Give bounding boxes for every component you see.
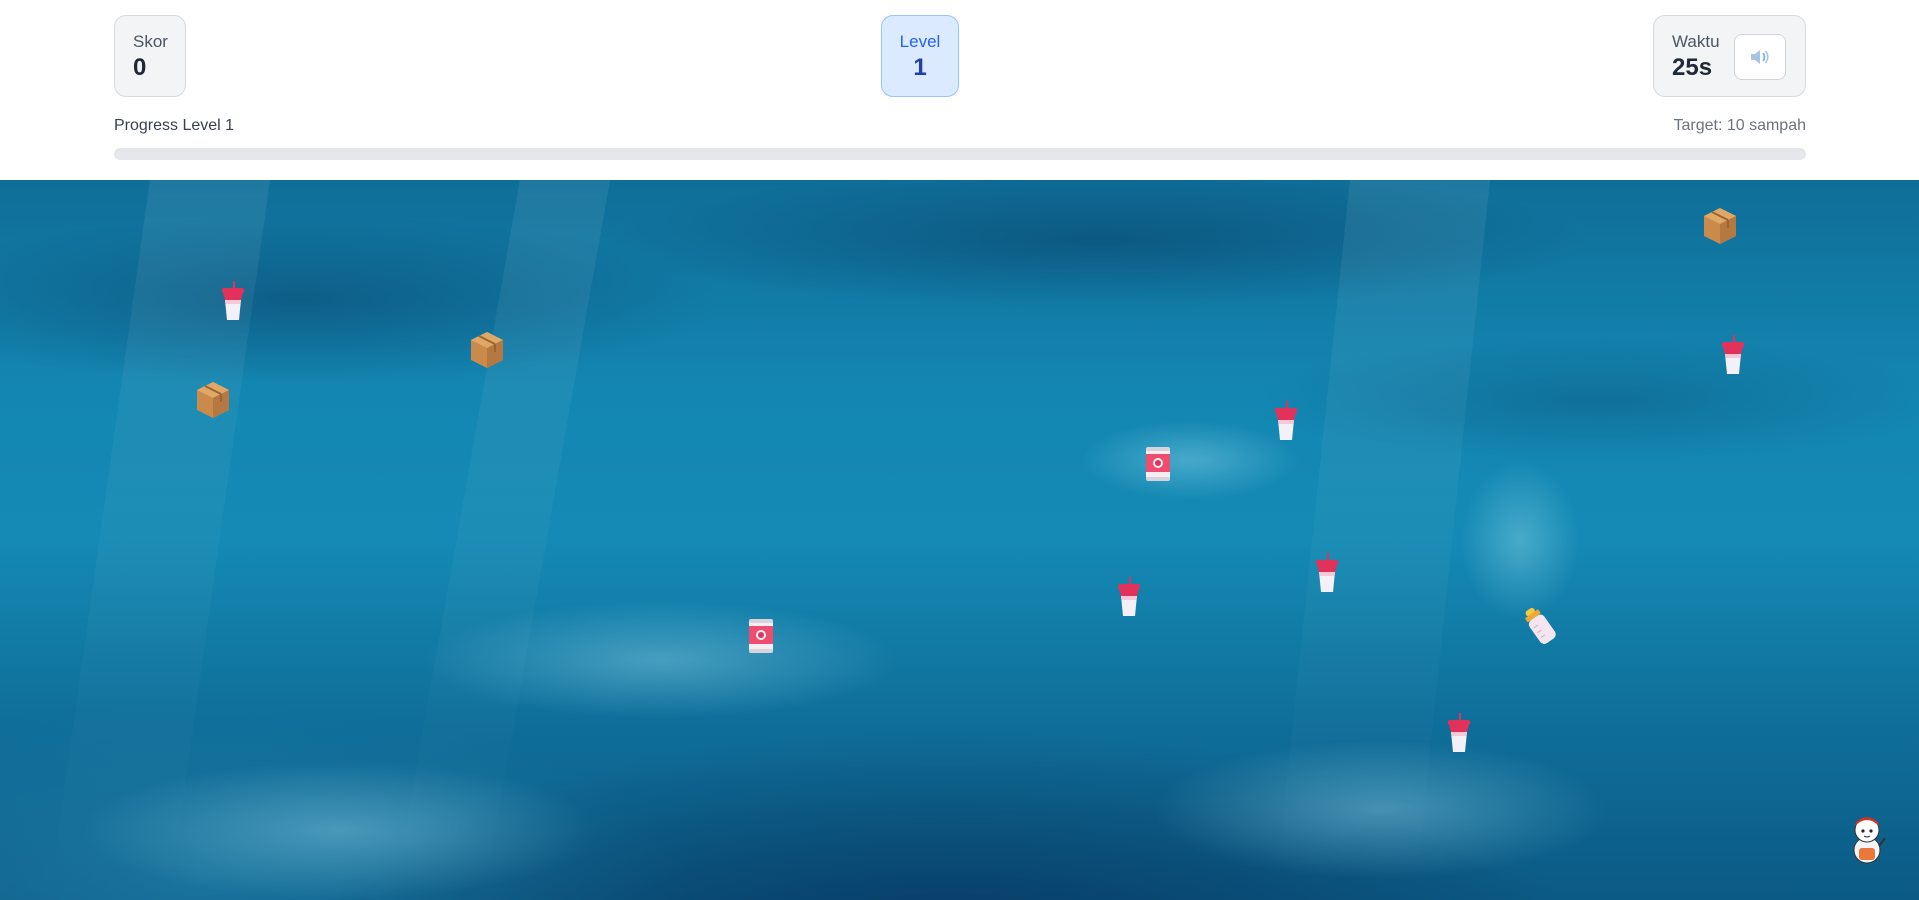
reef-highlight (80, 760, 600, 900)
diver-mascot-icon[interactable] (1845, 812, 1889, 866)
cardboard-box-icon[interactable] (1700, 204, 1740, 248)
time-label: Waktu (1672, 32, 1720, 51)
sound-toggle-button[interactable] (1734, 34, 1786, 80)
drink-cup-icon[interactable] (1439, 712, 1479, 756)
reef-highlight (1150, 740, 1610, 880)
drink-cup-icon[interactable] (1713, 334, 1753, 378)
baby-bottle-icon[interactable] (1520, 604, 1560, 648)
progress-label: Progress Level 1 (114, 117, 235, 134)
drink-cup-icon[interactable] (213, 280, 253, 324)
time-value: 25s (1672, 54, 1713, 81)
light-ray (393, 180, 610, 900)
tin-can-icon[interactable] (741, 614, 781, 658)
level-card: Level 1 (881, 15, 959, 97)
cardboard-box-icon[interactable] (467, 328, 507, 372)
game-header: Skor 0 Level 1 Waktu 25s Progress Level … (0, 0, 1919, 180)
water-highlight (1460, 460, 1580, 620)
time-card: Waktu 25s (1653, 15, 1806, 97)
level-progress-bar (114, 148, 1806, 160)
level-value: 1 (913, 54, 927, 81)
drink-cup-icon[interactable] (1266, 400, 1306, 444)
ocean-play-area[interactable] (0, 180, 1919, 900)
tin-can-icon[interactable] (1138, 442, 1178, 486)
level-label: Level (899, 32, 941, 51)
drink-cup-icon[interactable] (1109, 576, 1149, 620)
speaker-icon (1751, 50, 1769, 64)
score-card: Skor 0 (114, 15, 186, 97)
score-label: Skor (133, 32, 168, 51)
drink-cup-icon[interactable] (1307, 552, 1347, 596)
light-ray (1274, 180, 1490, 900)
target-label: Target: 10 sampah (1673, 117, 1806, 134)
score-value: 0 (133, 54, 147, 81)
reef-highlight (420, 600, 900, 720)
cardboard-box-icon[interactable] (193, 378, 233, 422)
